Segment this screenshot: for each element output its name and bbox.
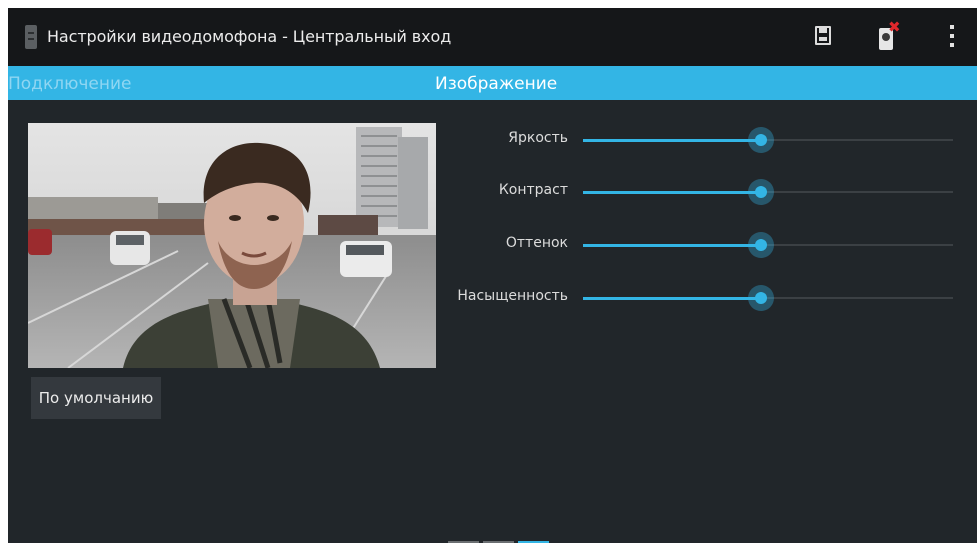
slider-thumb[interactable] xyxy=(747,127,774,153)
slider-fill xyxy=(583,244,761,247)
save-button[interactable] xyxy=(806,22,840,52)
tab-image[interactable]: Изображение xyxy=(435,74,557,94)
save-icon xyxy=(815,26,831,45)
overflow-dot xyxy=(950,25,954,29)
close-icon: ✖ xyxy=(888,18,901,36)
slider-fill xyxy=(583,191,761,194)
slider-thumb[interactable] xyxy=(747,179,774,205)
slider-label: Оттенок xyxy=(505,235,568,251)
slider-thumb[interactable] xyxy=(747,285,774,311)
slider-fill xyxy=(583,297,761,300)
tab-strip: Подключение Изображение xyxy=(8,66,977,100)
overflow-menu-button[interactable] xyxy=(939,22,963,52)
slider-label: Контраст xyxy=(498,182,568,198)
device-button[interactable]: ✖ xyxy=(870,18,904,52)
page-title: Настройки видеодомофона - Центральный вх… xyxy=(47,27,452,46)
overflow-dot xyxy=(950,34,954,38)
slider-thumb[interactable] xyxy=(747,232,774,258)
app-icon[interactable] xyxy=(25,25,37,49)
slider-label: Насыщенность xyxy=(457,288,568,304)
default-button[interactable]: По умолчанию xyxy=(31,377,161,419)
slider-fill xyxy=(583,139,761,142)
slider-label: Яркость xyxy=(508,130,568,146)
action-bar: Настройки видеодомофона - Центральный вх… xyxy=(8,8,977,66)
camera-preview-image xyxy=(28,123,436,368)
tab-connection[interactable]: Подключение xyxy=(8,74,132,94)
screen: Настройки видеодомофона - Центральный вх… xyxy=(8,8,977,543)
camera-preview xyxy=(28,123,436,368)
overflow-dot xyxy=(950,43,954,47)
